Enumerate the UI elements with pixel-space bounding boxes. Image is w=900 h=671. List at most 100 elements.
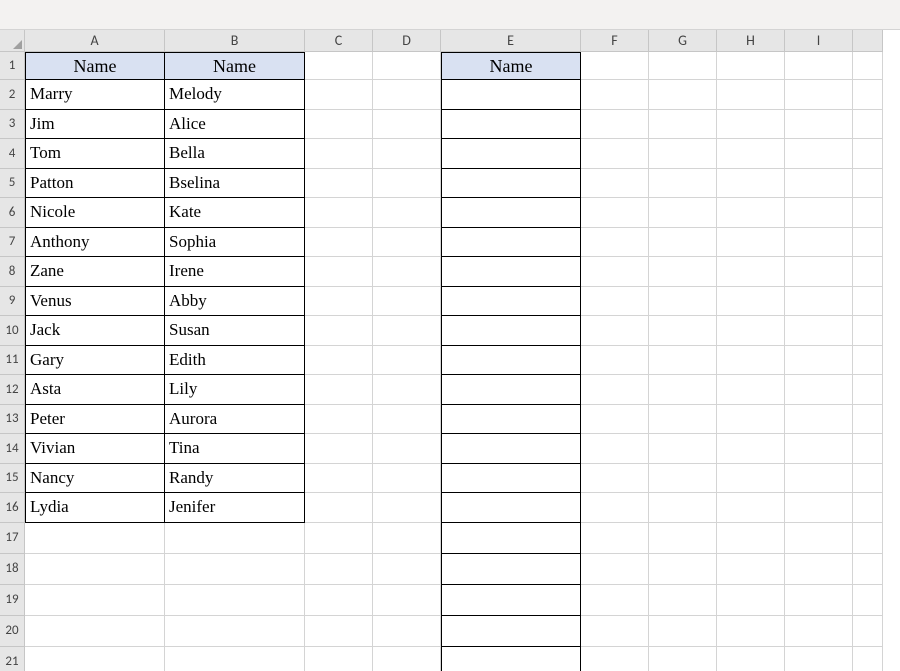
col-header-h[interactable]: H <box>717 30 785 52</box>
cell-f21[interactable] <box>581 647 649 671</box>
cell-b4[interactable]: Bella <box>165 139 305 169</box>
cell-a7[interactable]: Anthony <box>25 228 165 258</box>
cell-g21[interactable] <box>649 647 717 671</box>
cell-f16[interactable] <box>581 493 649 523</box>
cell-e5[interactable] <box>441 169 581 199</box>
col-header-g[interactable]: G <box>649 30 717 52</box>
cell-d14[interactable] <box>373 434 441 464</box>
cell-d10[interactable] <box>373 316 441 346</box>
cell-e14[interactable] <box>441 434 581 464</box>
cell-i16[interactable] <box>785 493 853 523</box>
cell-g4[interactable] <box>649 139 717 169</box>
cell-d9[interactable] <box>373 287 441 317</box>
cell-d4[interactable] <box>373 139 441 169</box>
cell-rest5[interactable] <box>853 169 883 199</box>
row-header-10[interactable]: 10 <box>0 316 25 346</box>
cell-d12[interactable] <box>373 375 441 405</box>
cell-g14[interactable] <box>649 434 717 464</box>
cell-h1[interactable] <box>717 52 785 80</box>
cell-rest9[interactable] <box>853 287 883 317</box>
cell-f20[interactable] <box>581 616 649 647</box>
cell-g7[interactable] <box>649 228 717 258</box>
cell-a10[interactable]: Jack <box>25 316 165 346</box>
cell-i6[interactable] <box>785 198 853 228</box>
cell-a9[interactable]: Venus <box>25 287 165 317</box>
cell-b21[interactable] <box>165 647 305 671</box>
cell-e11[interactable] <box>441 346 581 376</box>
cell-c3[interactable] <box>305 110 373 140</box>
cell-f1[interactable] <box>581 52 649 80</box>
cell-d7[interactable] <box>373 228 441 258</box>
row-header-16[interactable]: 16 <box>0 493 25 523</box>
cell-g10[interactable] <box>649 316 717 346</box>
cell-i17[interactable] <box>785 523 853 554</box>
cell-c21[interactable] <box>305 647 373 671</box>
cell-f17[interactable] <box>581 523 649 554</box>
cell-b3[interactable]: Alice <box>165 110 305 140</box>
cell-d18[interactable] <box>373 554 441 585</box>
cell-a18[interactable] <box>25 554 165 585</box>
cell-i4[interactable] <box>785 139 853 169</box>
cell-a2[interactable]: Marry <box>25 80 165 110</box>
cell-rest8[interactable] <box>853 257 883 287</box>
cell-b11[interactable]: Edith <box>165 346 305 376</box>
cell-a17[interactable] <box>25 523 165 554</box>
cell-c16[interactable] <box>305 493 373 523</box>
cell-c19[interactable] <box>305 585 373 616</box>
cell-g20[interactable] <box>649 616 717 647</box>
cell-f4[interactable] <box>581 139 649 169</box>
cell-g19[interactable] <box>649 585 717 616</box>
cell-rest17[interactable] <box>853 523 883 554</box>
cell-h9[interactable] <box>717 287 785 317</box>
cell-a13[interactable]: Peter <box>25 405 165 435</box>
cell-h7[interactable] <box>717 228 785 258</box>
row-header-5[interactable]: 5 <box>0 169 25 199</box>
cell-i7[interactable] <box>785 228 853 258</box>
cell-b14[interactable]: Tina <box>165 434 305 464</box>
row-header-11[interactable]: 11 <box>0 346 25 376</box>
cell-c12[interactable] <box>305 375 373 405</box>
cell-d19[interactable] <box>373 585 441 616</box>
cell-f14[interactable] <box>581 434 649 464</box>
row-header-12[interactable]: 12 <box>0 375 25 405</box>
row-header-17[interactable]: 17 <box>0 523 25 554</box>
row-header-18[interactable]: 18 <box>0 554 25 585</box>
cell-f18[interactable] <box>581 554 649 585</box>
row-header-9[interactable]: 9 <box>0 287 25 317</box>
cell-i18[interactable] <box>785 554 853 585</box>
cell-d2[interactable] <box>373 80 441 110</box>
cell-f8[interactable] <box>581 257 649 287</box>
cell-f10[interactable] <box>581 316 649 346</box>
cell-h3[interactable] <box>717 110 785 140</box>
cell-a16[interactable]: Lydia <box>25 493 165 523</box>
cell-c2[interactable] <box>305 80 373 110</box>
row-header-13[interactable]: 13 <box>0 405 25 435</box>
cell-a4[interactable]: Tom <box>25 139 165 169</box>
cell-a1[interactable]: Name <box>25 52 165 80</box>
cell-rest2[interactable] <box>853 80 883 110</box>
cell-b19[interactable] <box>165 585 305 616</box>
cell-rest12[interactable] <box>853 375 883 405</box>
cell-e10[interactable] <box>441 316 581 346</box>
cell-g3[interactable] <box>649 110 717 140</box>
col-header-f[interactable]: F <box>581 30 649 52</box>
row-header-14[interactable]: 14 <box>0 434 25 464</box>
row-header-15[interactable]: 15 <box>0 464 25 494</box>
cell-d13[interactable] <box>373 405 441 435</box>
cell-a8[interactable]: Zane <box>25 257 165 287</box>
cell-i20[interactable] <box>785 616 853 647</box>
cell-g18[interactable] <box>649 554 717 585</box>
cell-h5[interactable] <box>717 169 785 199</box>
cell-b7[interactable]: Sophia <box>165 228 305 258</box>
cell-c6[interactable] <box>305 198 373 228</box>
cell-g11[interactable] <box>649 346 717 376</box>
cell-f13[interactable] <box>581 405 649 435</box>
row-header-6[interactable]: 6 <box>0 198 25 228</box>
cell-e16[interactable] <box>441 493 581 523</box>
cell-e3[interactable] <box>441 110 581 140</box>
cell-d17[interactable] <box>373 523 441 554</box>
cell-h20[interactable] <box>717 616 785 647</box>
col-header-a[interactable]: A <box>25 30 165 52</box>
row-header-4[interactable]: 4 <box>0 139 25 169</box>
cell-a21[interactable] <box>25 647 165 671</box>
